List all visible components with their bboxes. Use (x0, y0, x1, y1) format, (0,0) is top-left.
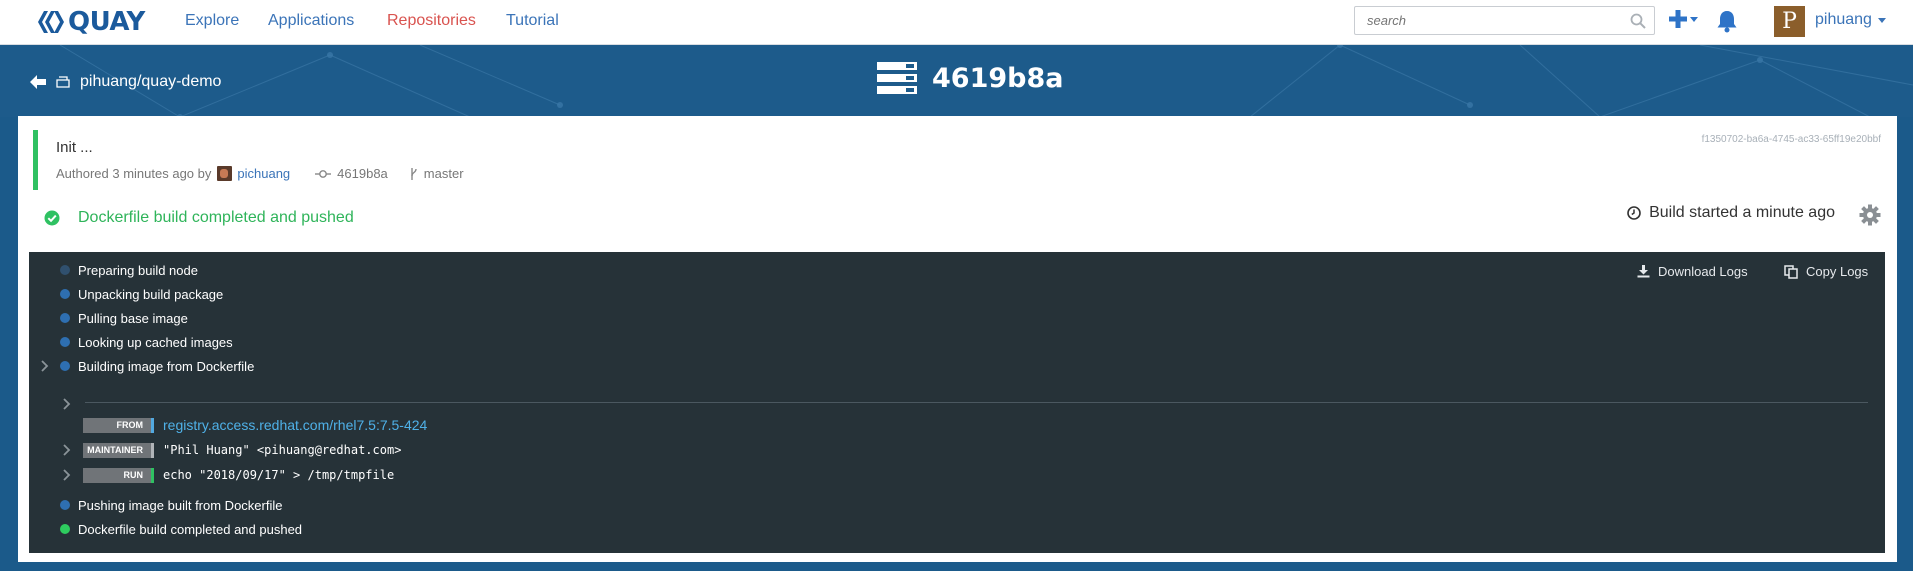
commit-sha: 4619b8a (337, 166, 388, 181)
dockerfile-command: MAINTAINER "Phil Huang" <pihuang@redhat.… (83, 442, 401, 458)
phase-status-dot (60, 313, 70, 323)
copy-logs-label: Copy Logs (1806, 264, 1869, 279)
phase-status-dot (60, 265, 70, 275)
phase-status-dot (60, 524, 70, 534)
page-header-band: pihuang/quay-demo 4619b8a (0, 45, 1913, 117)
quay-logo[interactable]: QUAY (34, 7, 145, 37)
author-link[interactable]: pichuang (237, 166, 290, 181)
build-uuid: f1350702-ba6a-4745-ac33-65ff19e20bbf (1701, 134, 1881, 145)
build-status: Dockerfile build completed and pushed (44, 209, 354, 227)
search-input[interactable] (1355, 7, 1615, 34)
build-panel: Init ... Authored 3 minutes ago by pichu… (18, 116, 1897, 562)
caret-down-icon (1690, 16, 1698, 22)
chevron-right-icon[interactable] (62, 444, 72, 456)
copy-logs-button[interactable]: Copy Logs (1784, 264, 1868, 279)
repository-name: pihuang/quay-demo (80, 73, 222, 90)
phase-label: Unpacking build package (78, 286, 224, 302)
build-status-text: Dockerfile build completed and pushed (78, 209, 354, 226)
command-keyword: FROM (83, 417, 154, 433)
nav-applications[interactable]: Applications (268, 12, 354, 30)
quay-logo-icon (38, 11, 64, 33)
command-argument-link[interactable]: registry.access.redhat.com/rhel7.5:7.5-4… (163, 417, 427, 433)
plus-icon (1669, 10, 1687, 28)
build-title: 4619b8a (932, 62, 1064, 94)
build-icon (877, 62, 917, 94)
command-keyword: RUN (83, 467, 154, 483)
phase-label: Pulling base image (78, 310, 188, 326)
author-avatar (217, 166, 233, 181)
brand-name: QUAY (68, 7, 145, 37)
commit-meta: Authored 3 minutes ago by pichuang 4619b… (56, 166, 464, 181)
copy-icon (1784, 264, 1798, 279)
create-new-button[interactable] (1668, 9, 1698, 29)
clock-icon (1627, 206, 1641, 220)
phase-label: Dockerfile build completed and pushed (78, 521, 303, 537)
back-to-repository-link[interactable]: pihuang/quay-demo (30, 73, 221, 91)
authored-text: Authored 3 minutes ago by (56, 166, 212, 181)
phase-label: Preparing build node (78, 262, 198, 278)
commit-info: Init ... Authored 3 minutes ago by pichu… (33, 130, 633, 190)
commit-icon (315, 169, 332, 179)
log-divider (85, 402, 1868, 403)
nav-repositories[interactable]: Repositories (387, 12, 476, 30)
chevron-right-icon[interactable] (62, 398, 72, 410)
download-logs-button[interactable]: Download Logs (1637, 264, 1748, 279)
download-logs-label: Download Logs (1658, 264, 1748, 279)
phase-label: Looking up cached images (78, 334, 233, 350)
gear-icon[interactable] (1859, 204, 1881, 226)
command-keyword: MAINTAINER (83, 442, 154, 458)
dockerfile-command: FROM registry.access.redhat.com/rhel7.5:… (83, 417, 427, 433)
user-name: pihuang (1815, 11, 1872, 28)
search-box[interactable] (1354, 6, 1655, 35)
caret-down-icon (1877, 17, 1886, 23)
nav-tutorial[interactable]: Tutorial (506, 12, 559, 30)
build-started: Build started a minute ago (1627, 204, 1835, 222)
nav-explore[interactable]: Explore (185, 12, 239, 30)
commit-message: Init ... (56, 139, 93, 156)
branch-icon (410, 167, 418, 180)
phase-status-dot (60, 361, 70, 371)
download-icon (1637, 265, 1650, 278)
search-icon[interactable] (1630, 13, 1646, 29)
check-circle-icon (44, 210, 60, 226)
commit-branch: master (423, 166, 464, 181)
arrow-left-icon (30, 75, 46, 89)
notifications-bell-icon[interactable] (1716, 9, 1738, 33)
page-title: 4619b8a (876, 61, 1063, 95)
chevron-right-icon[interactable] (40, 360, 50, 372)
user-avatar[interactable]: P (1774, 6, 1805, 37)
phase-label: Building image from Dockerfile (78, 358, 255, 374)
phase-label: Pushing image built from Dockerfile (78, 497, 283, 513)
command-argument: echo "2018/09/17" > /tmp/tmpfile (163, 468, 395, 482)
command-argument: "Phil Huang" <pihuang@redhat.com> (163, 443, 402, 457)
build-started-text: Build started a minute ago (1649, 204, 1835, 221)
phase-status-dot (60, 500, 70, 510)
phase-status-dot (60, 337, 70, 347)
dockerfile-command: RUN echo "2018/09/17" > /tmp/tmpfile (83, 467, 394, 483)
chevron-right-icon[interactable] (62, 469, 72, 481)
log-phase-expandable[interactable]: Building image from Dockerfile (29, 356, 429, 376)
repository-icon (56, 76, 70, 88)
build-log: Download Logs Copy Logs Preparing build … (29, 252, 1885, 553)
phase-status-dot (60, 289, 70, 299)
top-navbar: QUAY Explore Applications Repositories T… (0, 0, 1913, 45)
user-menu[interactable]: pihuang (1815, 11, 1886, 29)
